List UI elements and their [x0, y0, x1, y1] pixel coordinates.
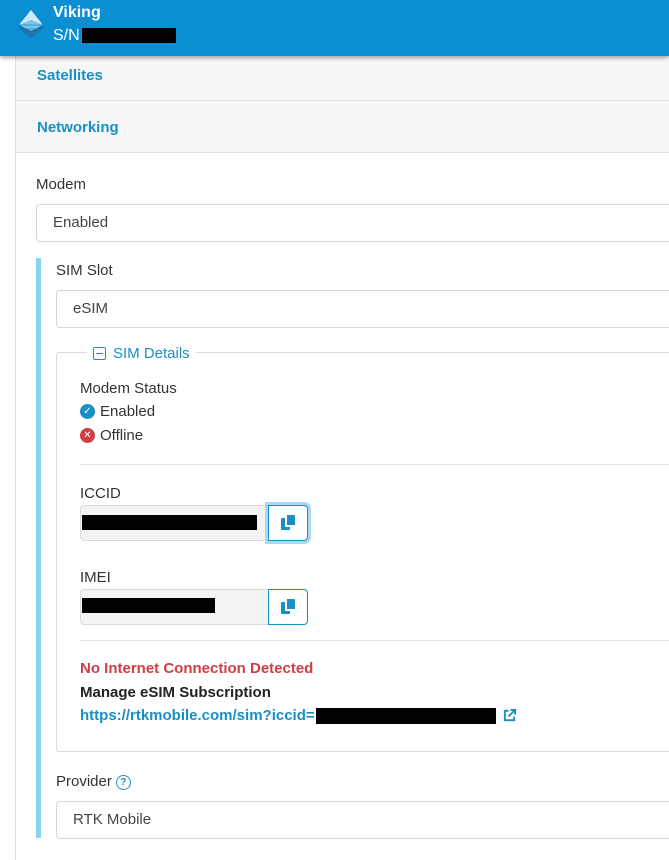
- modem-status-label: Modem Status: [80, 380, 177, 397]
- sim-config-accent-bar: [36, 258, 41, 838]
- sim-slot-select[interactable]: eSIM: [56, 290, 669, 328]
- serial-number-label: S/N: [53, 27, 80, 44]
- satellites-section-header[interactable]: Satellites: [16, 56, 669, 101]
- provider-label: Provider: [56, 773, 112, 790]
- sim-slot-label: SIM Slot: [56, 262, 113, 279]
- serial-number-redacted: [82, 28, 176, 43]
- status-offline-text: Offline: [100, 427, 144, 444]
- x-circle-icon: ✕: [80, 428, 95, 443]
- app-header: Viking S/N: [0, 0, 669, 56]
- provider-label-row: Provider?: [56, 773, 131, 790]
- modem-select[interactable]: Enabled: [36, 204, 669, 242]
- divider: [80, 464, 669, 465]
- status-enabled-text: Enabled: [100, 403, 156, 420]
- iccid-value-redacted: [82, 515, 257, 530]
- provider-select[interactable]: RTK Mobile: [56, 801, 669, 839]
- imei-value-redacted: [82, 598, 215, 613]
- copy-icon: [281, 599, 295, 615]
- device-name: Viking: [53, 4, 101, 21]
- imei-label: IMEI: [80, 569, 111, 586]
- copy-icon: [281, 515, 295, 531]
- external-link-icon[interactable]: [502, 708, 517, 723]
- esim-link-text[interactable]: https://rtkmobile.com/sim?iccid=: [80, 707, 315, 724]
- networking-title: Networking: [37, 119, 119, 136]
- layered-pyramid-logo: [19, 10, 43, 38]
- esim-subscription-link[interactable]: https://rtkmobile.com/sim?iccid=: [80, 707, 517, 724]
- modem-label: Modem: [36, 176, 87, 193]
- no-internet-alert: No Internet Connection Detected: [80, 660, 314, 677]
- status-offline: ✕ Offline: [80, 427, 143, 444]
- iccid-label: ICCID: [80, 485, 121, 502]
- divider: [80, 640, 669, 641]
- networking-section-header[interactable]: Networking: [16, 101, 669, 153]
- sim-details-toggle[interactable]: SIM Details: [87, 342, 196, 364]
- status-enabled: ✓ Enabled: [80, 403, 155, 420]
- content-left-border: [15, 56, 16, 860]
- manage-esim-label: Manage eSIM Subscription: [80, 684, 271, 701]
- minus-square-icon: [93, 346, 106, 360]
- copy-imei-button[interactable]: [268, 589, 308, 625]
- satellites-title: Satellites: [37, 67, 103, 84]
- esim-link-iccid-redacted: [315, 707, 496, 724]
- check-circle-icon: ✓: [80, 404, 95, 419]
- question-circle-icon[interactable]: ?: [115, 774, 131, 790]
- sim-details-legend: SIM Details: [113, 344, 190, 362]
- copy-iccid-button[interactable]: [268, 505, 308, 541]
